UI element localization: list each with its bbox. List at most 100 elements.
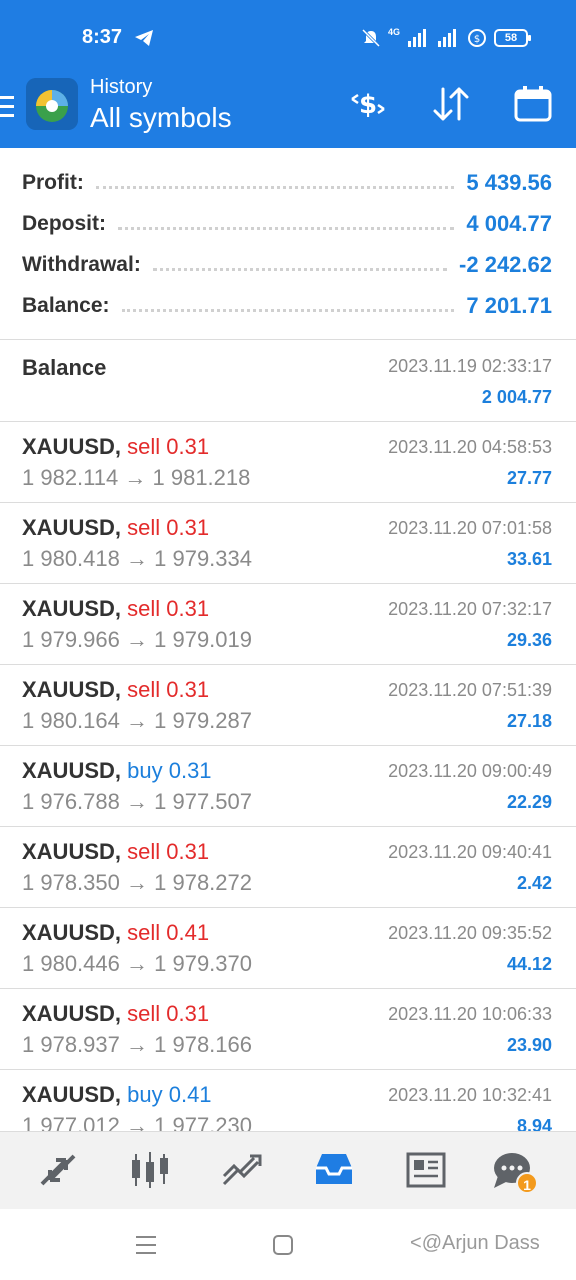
open-price: 1 980.164 xyxy=(22,708,120,733)
deal-profit: 2.42 xyxy=(516,873,552,893)
deal-time: 2023.11.20 10:32:41 xyxy=(388,1085,552,1105)
deal-side-volume: sell 0.31 xyxy=(127,434,210,459)
deal-title: XAUUSD, sell 0.31 xyxy=(22,1001,209,1027)
deal-title: XAUUSD, sell 0.31 xyxy=(22,677,209,703)
deal-profit: 44.12 xyxy=(506,954,552,974)
summary-value: 4 004.77 xyxy=(466,211,552,236)
deal-profit: 27.77 xyxy=(506,468,552,488)
open-price: 1 980.446 xyxy=(22,951,120,976)
open-price: 1 982.114 xyxy=(22,465,119,490)
nav-trade[interactable] xyxy=(220,1148,264,1192)
deal-prices: 1 982.114 → 1 981.218 xyxy=(22,465,250,491)
deal-title: XAUUSD, sell 0.31 xyxy=(22,515,209,541)
deal-profit: 33.61 xyxy=(506,549,552,569)
price-arrow: → xyxy=(124,465,147,490)
summary-deposit: Deposit: 4 004.77 xyxy=(22,209,552,239)
menu-icon[interactable] xyxy=(0,94,18,120)
deal-time: 2023.11.20 09:40:41 xyxy=(388,842,552,862)
nav-messages[interactable]: 1 xyxy=(490,1148,538,1194)
trade-icon xyxy=(222,1154,262,1186)
price-arrow: → xyxy=(126,870,148,895)
status-time: 8:37 xyxy=(82,26,123,48)
deal-prices: 1 978.350 → 1 978.272 xyxy=(22,870,252,896)
summary-label: Balance: xyxy=(22,294,110,317)
screen-title[interactable]: All symbols xyxy=(90,102,232,134)
metatrader-logo-icon xyxy=(26,78,78,130)
deal-symbol: XAUUSD, xyxy=(22,1082,122,1107)
summary-label: Deposit: xyxy=(22,212,106,235)
deal-symbol: XAUUSD, xyxy=(22,515,122,540)
deal-symbol: XAUUSD, xyxy=(22,839,122,864)
deals-filter-button[interactable]: $ xyxy=(346,82,390,126)
history-summary: Profit: 5 439.56 Deposit: 4 004.77 Withd… xyxy=(0,150,576,340)
close-price: 1 979.019 xyxy=(154,627,252,652)
deal-row[interactable]: XAUUSD, sell 0.31 1 980.418 → 1 979.334 20… xyxy=(0,503,576,584)
deal-prices: 1 980.446 → 1 979.370 xyxy=(22,951,252,977)
deal-time: 2023.11.20 04:58:53 xyxy=(388,437,552,457)
home-icon[interactable] xyxy=(269,1231,297,1259)
period-button[interactable] xyxy=(511,82,555,126)
deal-row[interactable]: XAUUSD, sell 0.31 1 979.966 → 1 979.019 20… xyxy=(0,584,576,665)
deal-title: XAUUSD, sell 0.31 xyxy=(22,434,209,460)
deal-prices: 1 978.937 → 1 978.166 xyxy=(22,1032,252,1058)
deal-profit: 29.36 xyxy=(506,630,552,650)
app-logo xyxy=(26,78,78,130)
nav-quotes[interactable] xyxy=(36,1148,80,1192)
balance-row[interactable]: Balance 2023.11.19 02:33:17 2 004.77 xyxy=(0,341,576,422)
deal-row[interactable]: XAUUSD, sell 0.31 1 982.114 → 1 981.218 20… xyxy=(0,422,576,503)
bottom-navigation: 1 xyxy=(0,1131,576,1209)
deal-time: 2023.11.20 07:01:58 xyxy=(388,518,552,538)
close-price: 1 979.287 xyxy=(154,708,252,733)
deal-row[interactable]: XAUUSD, sell 0.31 1 978.350 → 1 978.272 20… xyxy=(0,827,576,908)
deal-title: XAUUSD, sell 0.31 xyxy=(22,839,209,865)
signal-icon xyxy=(408,29,426,47)
balance-label: Balance xyxy=(22,355,107,380)
svg-text:$: $ xyxy=(474,34,480,45)
system-navigation: <@Arjun Dass xyxy=(0,1209,576,1280)
shield-dollar-icon: $ xyxy=(468,29,486,47)
nav-news[interactable] xyxy=(404,1148,448,1192)
dotted-leader xyxy=(95,177,455,189)
deal-time: 2023.11.19 02:33:17 xyxy=(388,356,552,376)
summary-profit: Profit: 5 439.56 xyxy=(22,168,552,198)
deal-row[interactable]: XAUUSD, buy 0.31 1 976.788 → 1 977.507 202… xyxy=(0,746,576,827)
deal-time: 2023.11.20 07:32:17 xyxy=(388,599,552,619)
deal-side-volume: sell 0.31 xyxy=(127,839,210,864)
price-arrow: → xyxy=(126,708,148,733)
close-price: 1 979.370 xyxy=(154,951,252,976)
nav-history[interactable] xyxy=(312,1148,356,1192)
bell-off-icon xyxy=(361,29,380,47)
deal-symbol: XAUUSD, xyxy=(22,920,122,945)
open-price: 1 978.937 xyxy=(22,1032,120,1057)
watermark-text: @Arjun Dass xyxy=(421,1232,540,1254)
deal-row[interactable]: XAUUSD, sell 0.31 1 980.164 → 1 979.287 20… xyxy=(0,665,576,746)
dollar-exchange-icon: $ xyxy=(351,90,385,120)
close-price: 1 979.334 xyxy=(154,546,252,571)
deal-time: 2023.11.20 09:35:52 xyxy=(388,923,552,943)
nav-chart[interactable] xyxy=(128,1148,172,1192)
deal-row[interactable]: XAUUSD, sell 0.31 1 978.937 → 1 978.166 20… xyxy=(0,989,576,1070)
dotted-leader xyxy=(121,300,455,312)
close-price: 1 981.218 xyxy=(152,465,251,490)
deal-side-volume: buy 0.31 xyxy=(127,758,212,783)
deal-row[interactable]: XAUUSD, sell 0.41 1 980.446 → 1 979.370 20… xyxy=(0,908,576,989)
deal-title: XAUUSD, sell 0.41 xyxy=(22,920,209,946)
deal-profit: 23.90 xyxy=(506,1035,552,1055)
watermark: <@Arjun Dass xyxy=(410,1232,540,1255)
back-icon[interactable]: < xyxy=(410,1232,422,1254)
deal-profit: 27.18 xyxy=(506,711,552,731)
deal-amount: 2 004.77 xyxy=(481,387,552,407)
open-price: 1 980.418 xyxy=(22,546,120,571)
close-price: 1 978.272 xyxy=(154,870,252,895)
summary-label: Profit: xyxy=(22,171,84,194)
recents-icon[interactable] xyxy=(132,1231,160,1259)
notification-badge: 1 xyxy=(516,1172,538,1194)
deal-title: XAUUSD, sell 0.31 xyxy=(22,596,209,622)
close-price: 1 977.507 xyxy=(154,789,252,814)
calendar-icon xyxy=(514,86,552,122)
sort-button[interactable] xyxy=(429,82,473,126)
deal-symbol: XAUUSD, xyxy=(22,434,122,459)
deal-time: 2023.11.20 07:51:39 xyxy=(388,680,552,700)
summary-label: Withdrawal: xyxy=(22,253,141,276)
deal-symbol: XAUUSD, xyxy=(22,1001,122,1026)
